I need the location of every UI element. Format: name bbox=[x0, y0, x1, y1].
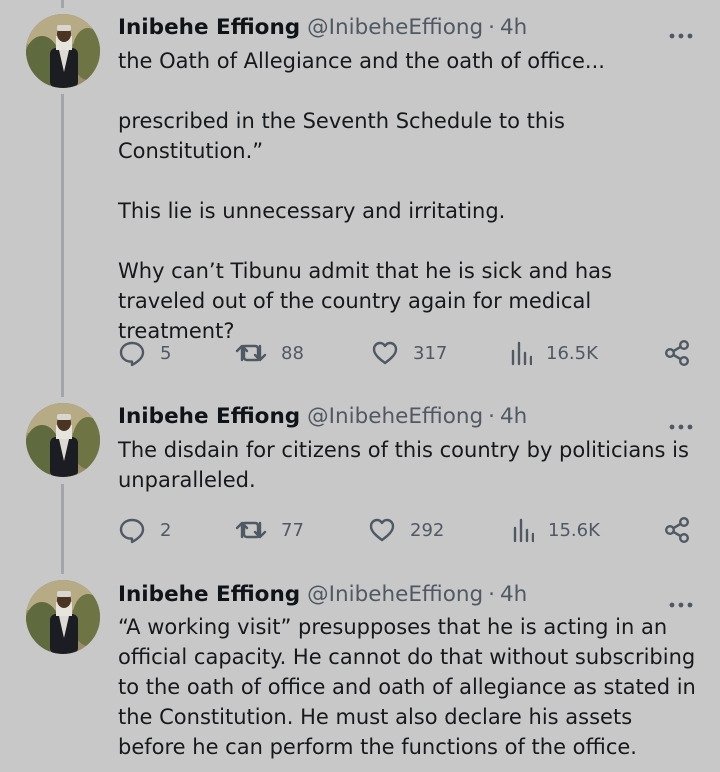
share-icon bbox=[665, 340, 690, 367]
tweet[interactable]: Inibehe Effiong @InibeheEffiong · 4h “A … bbox=[0, 575, 720, 772]
separator-dot: · bbox=[488, 581, 495, 607]
author-name[interactable]: Inibehe Effiong bbox=[118, 582, 300, 607]
like-button[interactable]: 292 bbox=[368, 516, 444, 544]
more-icon[interactable] bbox=[669, 593, 693, 608]
tweet-paragraph: The disdain for citizens of this country… bbox=[118, 438, 689, 492]
tweet[interactable]: Inibehe Effiong @InibeheEffiong · 4h The… bbox=[0, 395, 720, 575]
more-icon[interactable] bbox=[669, 24, 693, 39]
separator-dot: · bbox=[488, 403, 495, 429]
tweet-actions: 2 77 292 15.6K bbox=[118, 516, 698, 544]
heart-icon bbox=[369, 518, 395, 542]
tweet-header: Inibehe Effiong @InibeheEffiong · 4h bbox=[118, 579, 527, 609]
retweet-count: 77 bbox=[281, 519, 304, 541]
views-icon bbox=[513, 518, 534, 543]
like-count: 292 bbox=[410, 519, 445, 541]
like-button[interactable]: 317 bbox=[371, 339, 447, 367]
heart-icon bbox=[372, 341, 398, 365]
tweet-paragraph: This lie is unnecessary and irritating. bbox=[118, 199, 506, 223]
like-count: 317 bbox=[413, 342, 448, 364]
separator-dot: · bbox=[488, 14, 495, 40]
more-icon[interactable] bbox=[669, 415, 693, 430]
avatar[interactable] bbox=[26, 14, 100, 88]
reply-icon bbox=[119, 341, 145, 367]
tweet-actions: 5 88 317 16.5K bbox=[118, 339, 698, 367]
views-button[interactable]: 16.5K bbox=[510, 339, 598, 367]
reply-count: 2 bbox=[160, 519, 172, 541]
author-name[interactable]: Inibehe Effiong bbox=[118, 404, 300, 429]
tweet-paragraph: prescribed in the Seventh Schedule to th… bbox=[118, 109, 565, 163]
views-count: 15.6K bbox=[548, 519, 600, 541]
tweet-paragraph: Why can’t Tibunu admit that he is sick a… bbox=[118, 259, 612, 343]
views-button[interactable]: 15.6K bbox=[512, 516, 600, 544]
author-handle[interactable]: @InibeheEffiong bbox=[307, 404, 483, 429]
tweet-text: The disdain for citizens of this country… bbox=[118, 435, 703, 495]
retweet-icon bbox=[235, 344, 267, 362]
tweet-paragraph: “A working visit” presupposes that he is… bbox=[118, 615, 696, 759]
tweet[interactable]: Inibehe Effiong @InibeheEffiong · 4h the… bbox=[0, 0, 720, 395]
tweet-header: Inibehe Effiong @InibeheEffiong · 4h bbox=[118, 401, 527, 431]
author-handle[interactable]: @InibeheEffiong bbox=[307, 15, 483, 40]
author-handle[interactable]: @InibeheEffiong bbox=[307, 582, 483, 607]
retweet-button[interactable]: 88 bbox=[235, 339, 304, 367]
share-icon bbox=[665, 517, 690, 544]
retweet-button[interactable]: 77 bbox=[235, 516, 304, 544]
share-button[interactable] bbox=[664, 516, 706, 544]
reply-count: 5 bbox=[160, 342, 172, 364]
tweet-header: Inibehe Effiong @InibeheEffiong · 4h bbox=[118, 12, 527, 42]
timestamp[interactable]: 4h bbox=[500, 582, 527, 607]
reply-button[interactable]: 2 bbox=[118, 516, 171, 544]
avatar[interactable] bbox=[26, 403, 100, 477]
retweet-icon bbox=[235, 521, 267, 539]
views-count: 16.5K bbox=[546, 342, 598, 364]
avatar[interactable] bbox=[26, 580, 100, 654]
retweet-count: 88 bbox=[281, 342, 304, 364]
author-name[interactable]: Inibehe Effiong bbox=[118, 15, 300, 40]
reply-icon bbox=[119, 518, 145, 544]
views-icon bbox=[511, 341, 532, 366]
tweet-text: “A working visit” presupposes that he is… bbox=[118, 612, 703, 762]
timestamp[interactable]: 4h bbox=[500, 404, 527, 429]
share-button[interactable] bbox=[664, 339, 706, 367]
reply-button[interactable]: 5 bbox=[118, 339, 171, 367]
tweet-text: the Oath of Allegiance and the oath of o… bbox=[118, 46, 703, 346]
timestamp[interactable]: 4h bbox=[500, 15, 527, 40]
tweet-paragraph: the Oath of Allegiance and the oath of o… bbox=[118, 49, 605, 73]
